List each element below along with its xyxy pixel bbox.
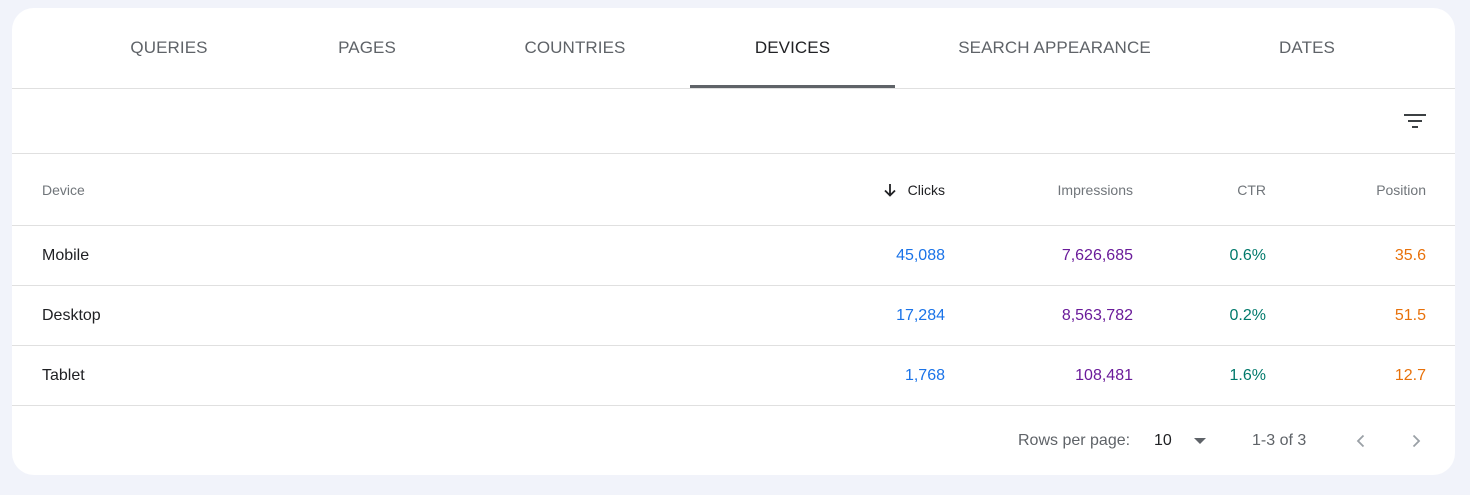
clicks-cell: 1,768	[904, 366, 945, 384]
impressions-cell: 8,563,782	[1061, 306, 1133, 324]
tab-pages[interactable]: PAGES	[312, 8, 422, 88]
rows-per-page-select[interactable]: 10	[1154, 406, 1206, 475]
tab-countries[interactable]: COUNTRIES	[505, 8, 645, 88]
position-cell: 51.5	[1394, 306, 1426, 324]
table-row[interactable]: Tablet 1,768 108,481 1.6% 12.7	[12, 346, 1455, 406]
devices-table: Device Clicks Impressions CTR Position M…	[12, 154, 1455, 406]
ctr-cell: 1.6%	[1229, 366, 1266, 384]
tab-dates[interactable]: DATES	[1252, 8, 1362, 88]
device-cell: Tablet	[42, 366, 85, 384]
rows-per-page-label: Rows per page:	[1018, 432, 1131, 449]
column-header-position[interactable]: Position	[1376, 154, 1426, 225]
rows-per-page-value: 10	[1154, 432, 1172, 449]
device-cell: Desktop	[42, 306, 101, 324]
arrow-down-icon	[882, 182, 898, 198]
clicks-cell: 17,284	[896, 306, 945, 324]
position-cell: 12.7	[1394, 366, 1426, 384]
pagination: Rows per page: 10 1-3 of 3	[12, 406, 1455, 475]
dropdown-caret-icon	[1193, 438, 1206, 444]
tab-queries[interactable]: QUERIES	[99, 8, 239, 88]
table-row[interactable]: Desktop 17,284 8,563,782 0.2% 51.5	[12, 286, 1455, 346]
tab-devices[interactable]: DEVICES	[690, 8, 895, 88]
impressions-cell: 108,481	[1075, 366, 1133, 384]
position-cell: 35.6	[1394, 246, 1426, 264]
column-header-device[interactable]: Device	[42, 154, 85, 225]
ctr-cell: 0.6%	[1229, 246, 1266, 264]
filter-bar	[12, 89, 1455, 154]
chevron-right-icon[interactable]	[1401, 426, 1431, 456]
performance-card: QUERIES PAGES COUNTRIES DEVICES SEARCH A…	[12, 8, 1455, 475]
column-header-clicks[interactable]: Clicks	[882, 154, 945, 225]
active-tab-indicator	[690, 85, 895, 88]
filter-list-icon[interactable]	[1401, 107, 1429, 135]
device-cell: Mobile	[42, 246, 90, 264]
page-range: 1-3 of 3	[1252, 432, 1307, 449]
dimension-tabs: QUERIES PAGES COUNTRIES DEVICES SEARCH A…	[12, 8, 1455, 89]
table-header-row: Device Clicks Impressions CTR Position	[12, 154, 1455, 226]
chevron-left-icon[interactable]	[1346, 426, 1376, 456]
impressions-cell: 7,626,685	[1061, 246, 1133, 264]
column-header-impressions[interactable]: Impressions	[1058, 154, 1133, 225]
column-header-ctr[interactable]: CTR	[1237, 154, 1266, 225]
column-header-clicks-label: Clicks	[907, 181, 945, 198]
table-row[interactable]: Mobile 45,088 7,626,685 0.6% 35.6	[12, 226, 1455, 286]
ctr-cell: 0.2%	[1229, 306, 1266, 324]
tab-search-appearance[interactable]: SEARCH APPEARANCE	[947, 8, 1162, 88]
clicks-cell: 45,088	[896, 246, 945, 264]
